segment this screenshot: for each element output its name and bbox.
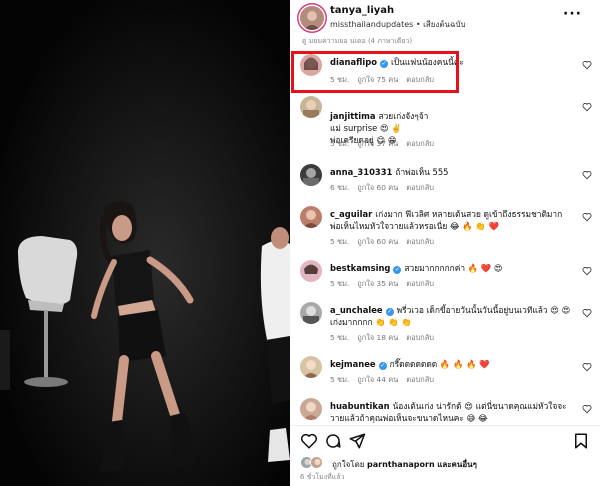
comment-like-count[interactable]: ถูกใจ 37 คน bbox=[357, 139, 398, 148]
comment-avatar[interactable] bbox=[300, 356, 322, 378]
comment-time: 5 ชม. bbox=[330, 237, 350, 246]
comment-meta: 5 ชม. ถูกใจ 44 คน ตอบกลับ bbox=[330, 374, 442, 386]
comment-text-block: anna_310331 ถ้าพ่อเห็น 555 bbox=[330, 166, 575, 178]
comment-text-block: c_aguilar เก่งมาก ฟีเวลิศ หลายเต้นสวย ดูเ… bbox=[330, 208, 575, 232]
comment-avatar[interactable] bbox=[300, 398, 322, 420]
heart-outline-icon[interactable] bbox=[582, 170, 592, 180]
comment-username[interactable]: bestkamsing bbox=[330, 263, 390, 273]
comment-time: 6 ชม. bbox=[330, 183, 350, 192]
verified-badge-icon: ✓ bbox=[385, 308, 394, 316]
heart-outline-icon[interactable] bbox=[582, 266, 592, 276]
comment-meta: 5 ชม. ถูกใจ 18 คน ตอบกลับ bbox=[330, 332, 442, 344]
comment-item: janjittima สวยเก่งจังๆจ้า แม่ surprise 😍 … bbox=[290, 96, 600, 156]
bookmark-icon[interactable] bbox=[572, 432, 590, 450]
comment-meta: 5 ชม. ถูกใจ 60 คน ตอบกลับ bbox=[330, 236, 442, 248]
heart-outline-icon[interactable] bbox=[582, 102, 592, 112]
liked-by-prefix: ถูกใจโดย bbox=[332, 460, 365, 469]
reply-button[interactable]: ตอบกลับ bbox=[406, 139, 434, 148]
verified-badge-icon: ✓ bbox=[378, 362, 387, 370]
comment-time: 5 ชม. bbox=[330, 139, 350, 148]
comment-item: anna_310331 ถ้าพ่อเห็น 555 6 ชม. ถูกใจ 60 … bbox=[290, 164, 600, 200]
author-avatar[interactable] bbox=[300, 6, 324, 30]
comment-avatar[interactable] bbox=[300, 302, 322, 324]
post-timestamp: 6 ชั่วโมงที่แล้ว bbox=[300, 473, 345, 481]
heart-outline-icon[interactable] bbox=[582, 362, 592, 372]
comment-like-count[interactable]: ถูกใจ 60 คน bbox=[357, 237, 398, 246]
comment-text-block: bestkamsing ✓ สวยมากกกกกค่า 🔥 ❤️ 😍 bbox=[330, 262, 575, 274]
post-media-video[interactable] bbox=[0, 0, 290, 486]
comment-item: huabuntikan น้องเต้นเก่ง น่ารักด้ 😍 แต่นี… bbox=[290, 398, 600, 423]
comment-like-count[interactable]: ถูกใจ 44 คน bbox=[357, 375, 398, 384]
reply-button[interactable]: ตอบกลับ bbox=[406, 375, 434, 384]
comment-username[interactable]: kejmanee bbox=[330, 359, 376, 369]
comment-item: kejmanee ✓ กรี๊ดดดดดดด 🔥 🔥 🔥 ❤️ 5 ชม. ถูกใจ… bbox=[290, 356, 600, 392]
comment-avatar[interactable] bbox=[300, 260, 322, 282]
comment-like-count[interactable]: ถูกใจ 18 คน bbox=[357, 333, 398, 342]
author-username[interactable]: tanya_liyah bbox=[330, 5, 394, 16]
comment-item: c_aguilar เก่งมาก ฟีเวลิศ หลายเต้นสวย ดูเ… bbox=[290, 206, 600, 254]
comment-text-block: a_unchalee ✓ พรี่วเวอ เด็กขี้อายวันนั้นวัน… bbox=[330, 304, 575, 328]
heart-outline-icon[interactable] bbox=[582, 212, 592, 222]
comment-avatar[interactable] bbox=[300, 96, 322, 118]
share-icon[interactable] bbox=[348, 432, 366, 450]
heart-outline-icon[interactable] bbox=[582, 404, 592, 414]
comment-text-block: kejmanee ✓ กรี๊ดดดดดดด 🔥 🔥 🔥 ❤️ bbox=[330, 358, 575, 370]
comment-body: ถ้าพ่อเห็น 555 bbox=[395, 167, 449, 177]
truncated-caption: ตู่ มยมความยอ นเดอ (4 ภาษาเดียว) bbox=[302, 37, 413, 45]
comment-text-block: huabuntikan น้องเต้นเก่ง น่ารักด้ 😍 แต่นี… bbox=[330, 400, 575, 423]
comment-avatar[interactable] bbox=[300, 206, 322, 228]
comment-meta: 5 ชม. ถูกใจ 37 คน ตอบกลับ bbox=[330, 138, 442, 150]
comment-icon[interactable] bbox=[324, 432, 342, 450]
comment-username[interactable]: huabuntikan bbox=[330, 401, 390, 411]
heart-outline-icon[interactable] bbox=[582, 60, 592, 70]
comment-body: สวยมากกกกกค่า 🔥 ❤️ 😍 bbox=[404, 263, 503, 273]
comment-meta: 5 ชม. ถูกใจ 35 คน ตอบกลับ bbox=[330, 278, 442, 290]
comment-username[interactable]: janjittima bbox=[330, 111, 375, 121]
comment-meta: 6 ชม. ถูกใจ 60 คน ตอบกลับ bbox=[330, 182, 442, 194]
verified-badge-icon: ✓ bbox=[393, 266, 402, 274]
comment-like-count[interactable]: ถูกใจ 35 คน bbox=[357, 279, 398, 288]
liked-by-user[interactable]: parnthanaporn bbox=[367, 460, 435, 469]
liked-by-others[interactable]: และคนอื่นๆ bbox=[437, 460, 477, 469]
reply-button[interactable]: ตอบกลับ bbox=[406, 237, 434, 246]
liked-by-text: ถูกใจโดย parnthanaporn และคนอื่นๆ bbox=[332, 458, 477, 471]
comment-avatar[interactable] bbox=[300, 164, 322, 186]
reply-button[interactable]: ตอบกลับ bbox=[406, 183, 434, 192]
reply-button[interactable]: ตอบกลับ bbox=[406, 333, 434, 342]
comment-username[interactable]: anna_310331 bbox=[330, 167, 392, 177]
comment-username[interactable]: a_unchalee bbox=[330, 305, 383, 315]
comment-time: 5 ชม. bbox=[330, 375, 350, 384]
post-header: tanya_liyah missthailandupdates • เสียงต… bbox=[290, 0, 600, 38]
heart-outline-icon[interactable] bbox=[582, 308, 592, 318]
highlight-box bbox=[291, 51, 459, 93]
liked-by-row[interactable]: ถูกใจโดย parnthanaporn และคนอื่นๆ bbox=[300, 455, 600, 471]
comment-username[interactable]: c_aguilar bbox=[330, 209, 372, 219]
comments-list[interactable]: dianaflipo ✓ เป็นแฟนน้องคนนี้ค่ะ 5 ชม. ถูกใ… bbox=[290, 48, 600, 423]
liker-avatar bbox=[310, 456, 323, 469]
heart-outline-icon[interactable] bbox=[300, 432, 318, 450]
post-audio-subtitle[interactable]: missthailandupdates • เสียงต้นฉบับ bbox=[330, 18, 466, 31]
comment-time: 5 ชม. bbox=[330, 333, 350, 342]
comment-time: 5 ชม. bbox=[330, 279, 350, 288]
comment-body: กรี๊ดดดดดดด 🔥 🔥 🔥 ❤️ bbox=[389, 359, 490, 369]
more-dots-icon[interactable]: ··· bbox=[563, 6, 582, 22]
stage-scene-image bbox=[0, 0, 290, 486]
comment-item: a_unchalee ✓ พรี่วเวอ เด็กขี้อายวันนั้นวัน… bbox=[290, 302, 600, 350]
comment-like-count[interactable]: ถูกใจ 60 คน bbox=[357, 183, 398, 192]
reply-button[interactable]: ตอบกลับ bbox=[406, 279, 434, 288]
post-actions-bar bbox=[290, 425, 600, 455]
comment-item: bestkamsing ✓ สวยมากกกกกค่า 🔥 ❤️ 😍 5 ชม. ถู… bbox=[290, 260, 600, 296]
